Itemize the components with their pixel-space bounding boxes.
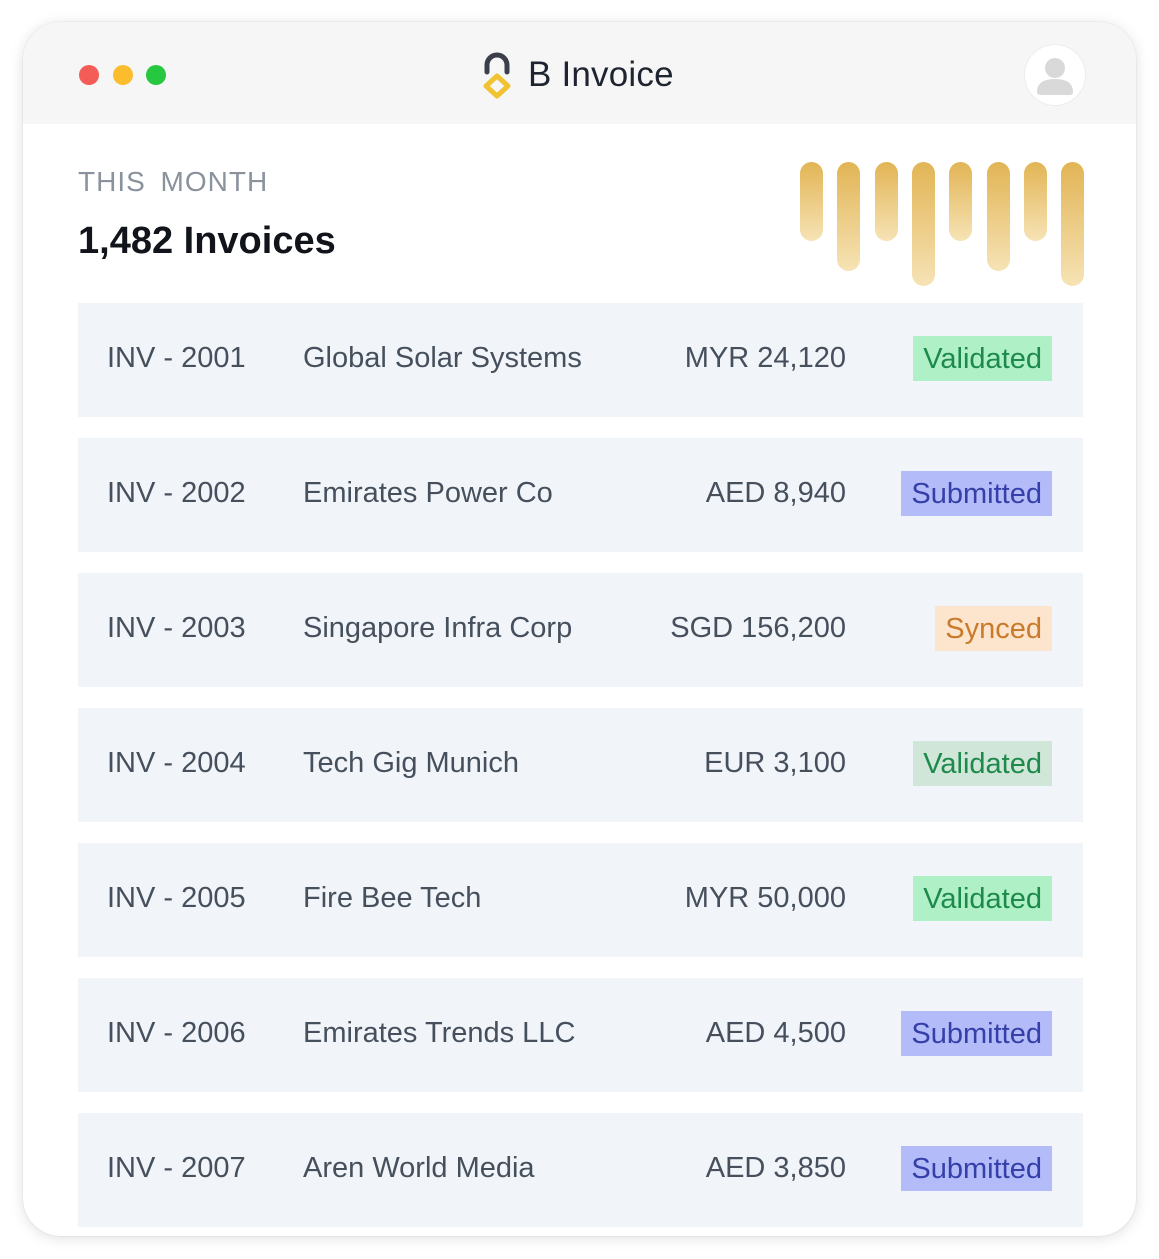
status-badge: Validated (913, 741, 1052, 786)
user-avatar-icon (1037, 58, 1073, 95)
status-badge: Submitted (901, 471, 1052, 516)
invoice-customer: Aren World Media (303, 1152, 535, 1184)
invoice-amount: AED 4,500 (705, 1017, 846, 1049)
status-badge: Synced (935, 606, 1052, 651)
sparkline-bar (800, 162, 823, 241)
user-avatar-button[interactable] (1025, 45, 1085, 105)
sparkline-bar (837, 162, 860, 271)
invoice-customer: Fire Bee Tech (303, 882, 482, 914)
period-label: THIS MONTH (78, 166, 269, 197)
invoice-row[interactable]: INV - 2001 Global Solar Systems MYR 24,120… (78, 303, 1083, 417)
sparkline-bar (875, 162, 898, 241)
invoice-id: INV - 2003 (107, 612, 246, 644)
invoice-customer: Tech Gig Munich (303, 747, 519, 779)
invoice-list: INV - 2001 Global Solar Systems MYR 24,120… (78, 303, 1083, 1236)
invoice-customer: Global Solar Systems (303, 342, 582, 374)
invoice-row[interactable]: INV - 2005 Fire Bee Tech MYR 50,000 Validat… (78, 843, 1083, 957)
invoice-customer: Singapore Infra Corp (303, 612, 573, 644)
invoice-row[interactable]: INV - 2006 Emirates Trends LLC AED 4,500 Su… (78, 978, 1083, 1092)
invoice-amount: AED 3,850 (705, 1152, 846, 1184)
sparkline-bar (1024, 162, 1047, 241)
minimize-window-button[interactable] (113, 65, 133, 85)
brand-logo-icon (483, 52, 511, 99)
invoice-count: 1,482 Invoices (78, 220, 336, 262)
invoice-row[interactable]: INV - 2002 Emirates Power Co AED 8,940 Subm… (78, 438, 1083, 552)
close-window-button[interactable] (79, 65, 99, 85)
app-window: B Invoice THIS MONTH 1,482 Invoices INV … (23, 22, 1136, 1236)
invoice-amount: AED 8,940 (705, 477, 846, 509)
invoice-id: INV - 2006 (107, 1017, 246, 1049)
invoice-id: INV - 2001 (107, 342, 246, 374)
maximize-window-button[interactable] (146, 65, 166, 85)
status-badge: Submitted (901, 1011, 1052, 1056)
sparkline-bar (987, 162, 1010, 271)
invoice-row[interactable]: INV - 2007 Aren World Media AED 3,850 Submi… (78, 1113, 1083, 1227)
brand: B Invoice (478, 50, 674, 100)
sparkline-bar (912, 162, 935, 286)
invoice-id: INV - 2002 (107, 477, 246, 509)
status-badge: Validated (913, 336, 1052, 381)
sparkline-bar (949, 162, 972, 241)
invoice-customer: Emirates Trends LLC (303, 1017, 576, 1049)
invoice-amount: SGD 156,200 (670, 612, 846, 644)
invoice-amount: EUR 3,100 (704, 747, 846, 779)
invoice-amount: MYR 50,000 (684, 882, 846, 914)
sparkline-chart (800, 162, 1084, 286)
app-title: B Invoice (528, 55, 674, 94)
status-badge: Validated (913, 876, 1052, 921)
title-bar: B Invoice (23, 22, 1136, 124)
invoice-id: INV - 2005 (107, 882, 246, 914)
invoice-customer: Emirates Power Co (303, 477, 553, 509)
invoice-row[interactable]: INV - 2003 Singapore Infra Corp SGD 156,20… (78, 573, 1083, 687)
invoice-id: INV - 2004 (107, 747, 246, 779)
invoice-row[interactable]: INV - 2004 Tech Gig Munich EUR 3,100 Valida… (78, 708, 1083, 822)
invoice-id: INV - 2007 (107, 1152, 246, 1184)
status-badge: Submitted (901, 1146, 1052, 1191)
sparkline-bar (1061, 162, 1084, 286)
invoice-amount: MYR 24,120 (684, 342, 846, 374)
